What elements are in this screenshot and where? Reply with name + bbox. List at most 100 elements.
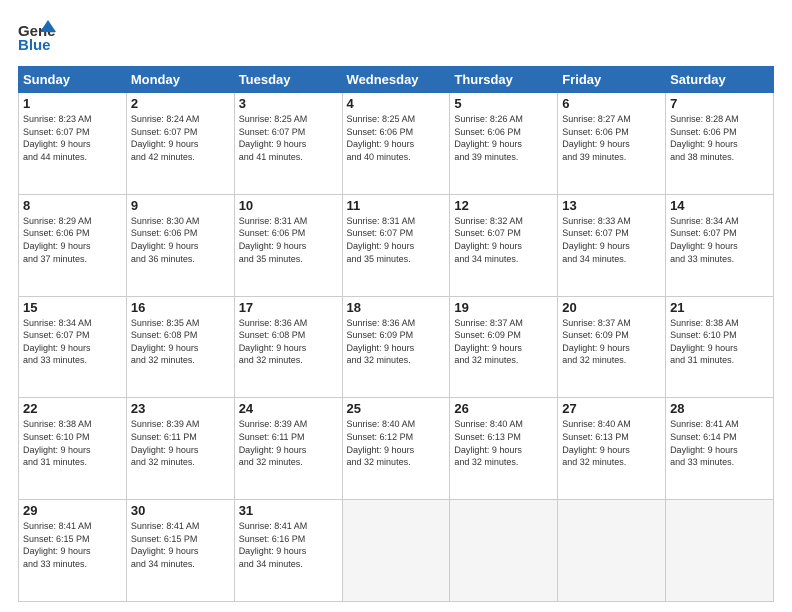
- day-number: 1: [23, 96, 122, 111]
- day-cell-9: 9 Sunrise: 8:30 AM Sunset: 6:06 PM Daylig…: [126, 194, 234, 296]
- empty-cell: [558, 500, 666, 602]
- week-row-4: 29 Sunrise: 8:41 AM Sunset: 6:15 PM Dayli…: [19, 500, 774, 602]
- cell-text: Sunrise: 8:35 AM Sunset: 6:08 PM Dayligh…: [131, 317, 230, 367]
- weekday-header-tuesday: Tuesday: [234, 67, 342, 93]
- empty-cell: [666, 500, 774, 602]
- cell-text: Sunrise: 8:40 AM Sunset: 6:13 PM Dayligh…: [562, 418, 661, 468]
- day-number: 31: [239, 503, 338, 518]
- empty-cell: [450, 500, 558, 602]
- day-number: 11: [347, 198, 446, 213]
- cell-text: Sunrise: 8:37 AM Sunset: 6:09 PM Dayligh…: [454, 317, 553, 367]
- cell-text: Sunrise: 8:32 AM Sunset: 6:07 PM Dayligh…: [454, 215, 553, 265]
- day-number: 20: [562, 300, 661, 315]
- svg-text:Blue: Blue: [18, 37, 51, 54]
- weekday-header-monday: Monday: [126, 67, 234, 93]
- day-cell-25: 25Sunrise: 8:40 AM Sunset: 6:12 PM Dayli…: [342, 398, 450, 500]
- cell-text: Sunrise: 8:29 AM Sunset: 6:06 PM Dayligh…: [23, 215, 122, 265]
- day-number: 17: [239, 300, 338, 315]
- day-number: 3: [239, 96, 338, 111]
- day-cell-19: 19 Sunrise: 8:37 AM Sunset: 6:09 PM Dayli…: [450, 296, 558, 398]
- week-row-0: 1Sunrise: 8:23 AM Sunset: 6:07 PM Daylig…: [19, 93, 774, 195]
- day-number: 26: [454, 401, 553, 416]
- cell-text: Sunrise: 8:36 AM Sunset: 6:08 PM Dayligh…: [239, 317, 338, 367]
- day-number: 21: [670, 300, 769, 315]
- cell-text: Sunrise: 8:39 AM Sunset: 6:11 PM Dayligh…: [131, 418, 230, 468]
- logo-icon: General Blue: [18, 18, 56, 56]
- cell-text: Sunrise: 8:41 AM Sunset: 6:14 PM Dayligh…: [670, 418, 769, 468]
- cell-text: Sunrise: 8:28 AM Sunset: 6:06 PM Dayligh…: [670, 113, 769, 163]
- cell-text: Sunrise: 8:41 AM Sunset: 6:16 PM Dayligh…: [239, 520, 338, 570]
- day-number: 2: [131, 96, 230, 111]
- day-cell-11: 11 Sunrise: 8:31 AM Sunset: 6:07 PM Dayli…: [342, 194, 450, 296]
- weekday-header-wednesday: Wednesday: [342, 67, 450, 93]
- day-number: 8: [23, 198, 122, 213]
- cell-text: Sunrise: 8:39 AM Sunset: 6:11 PM Dayligh…: [239, 418, 338, 468]
- logo: General Blue: [18, 18, 56, 56]
- cell-text: Sunrise: 8:31 AM Sunset: 6:07 PM Dayligh…: [347, 215, 446, 265]
- day-cell-6: 6 Sunrise: 8:27 AM Sunset: 6:06 PM Daylig…: [558, 93, 666, 195]
- day-number: 6: [562, 96, 661, 111]
- day-number: 9: [131, 198, 230, 213]
- cell-text: Sunrise: 8:25 AM Sunset: 6:06 PM Dayligh…: [347, 113, 446, 163]
- day-number: 15: [23, 300, 122, 315]
- day-cell-23: 23 Sunrise: 8:39 AM Sunset: 6:11 PM Dayli…: [126, 398, 234, 500]
- cell-text: Sunrise: 8:30 AM Sunset: 6:06 PM Dayligh…: [131, 215, 230, 265]
- day-number: 5: [454, 96, 553, 111]
- day-cell-18: 18 Sunrise: 8:36 AM Sunset: 6:09 PM Dayli…: [342, 296, 450, 398]
- weekday-header-thursday: Thursday: [450, 67, 558, 93]
- cell-text: Sunrise: 8:41 AM Sunset: 6:15 PM Dayligh…: [131, 520, 230, 570]
- cell-text: Sunrise: 8:24 AM Sunset: 6:07 PM Dayligh…: [131, 113, 230, 163]
- day-number: 19: [454, 300, 553, 315]
- cell-text: Sunrise: 8:25 AM Sunset: 6:07 PM Dayligh…: [239, 113, 338, 163]
- week-row-2: 15 Sunrise: 8:34 AM Sunset: 6:07 PM Dayli…: [19, 296, 774, 398]
- cell-text: Sunrise: 8:26 AM Sunset: 6:06 PM Dayligh…: [454, 113, 553, 163]
- weekday-header-sunday: Sunday: [19, 67, 127, 93]
- day-number: 10: [239, 198, 338, 213]
- cell-text: Sunrise: 8:34 AM Sunset: 6:07 PM Dayligh…: [23, 317, 122, 367]
- day-cell-22: 22 Sunrise: 8:38 AM Sunset: 6:10 PM Dayli…: [19, 398, 127, 500]
- day-cell-12: 12 Sunrise: 8:32 AM Sunset: 6:07 PM Dayli…: [450, 194, 558, 296]
- day-cell-4: 4 Sunrise: 8:25 AM Sunset: 6:06 PM Daylig…: [342, 93, 450, 195]
- cell-text: Sunrise: 8:40 AM Sunset: 6:12 PM Dayligh…: [347, 418, 446, 468]
- cell-text: Sunrise: 8:38 AM Sunset: 6:10 PM Dayligh…: [670, 317, 769, 367]
- day-cell-28: 28 Sunrise: 8:41 AM Sunset: 6:14 PM Dayli…: [666, 398, 774, 500]
- cell-text: Sunrise: 8:37 AM Sunset: 6:09 PM Dayligh…: [562, 317, 661, 367]
- day-cell-20: 20 Sunrise: 8:37 AM Sunset: 6:09 PM Dayli…: [558, 296, 666, 398]
- day-cell-14: 14 Sunrise: 8:34 AM Sunset: 6:07 PM Dayli…: [666, 194, 774, 296]
- day-number: 13: [562, 198, 661, 213]
- week-row-3: 22 Sunrise: 8:38 AM Sunset: 6:10 PM Dayli…: [19, 398, 774, 500]
- empty-cell: [342, 500, 450, 602]
- cell-text: Sunrise: 8:38 AM Sunset: 6:10 PM Dayligh…: [23, 418, 122, 468]
- day-cell-21: 21 Sunrise: 8:38 AM Sunset: 6:10 PM Dayli…: [666, 296, 774, 398]
- day-cell-27: 27Sunrise: 8:40 AM Sunset: 6:13 PM Dayli…: [558, 398, 666, 500]
- day-number: 23: [131, 401, 230, 416]
- cell-text: Sunrise: 8:36 AM Sunset: 6:09 PM Dayligh…: [347, 317, 446, 367]
- day-cell-5: 5 Sunrise: 8:26 AM Sunset: 6:06 PM Daylig…: [450, 93, 558, 195]
- day-number: 16: [131, 300, 230, 315]
- cell-text: Sunrise: 8:27 AM Sunset: 6:06 PM Dayligh…: [562, 113, 661, 163]
- calendar-table: SundayMondayTuesdayWednesdayThursdayFrid…: [18, 66, 774, 602]
- day-cell-15: 15 Sunrise: 8:34 AM Sunset: 6:07 PM Dayli…: [19, 296, 127, 398]
- day-cell-31: 31 Sunrise: 8:41 AM Sunset: 6:16 PM Dayli…: [234, 500, 342, 602]
- day-cell-29: 29Sunrise: 8:41 AM Sunset: 6:15 PM Dayli…: [19, 500, 127, 602]
- day-cell-10: 10Sunrise: 8:31 AM Sunset: 6:06 PM Dayli…: [234, 194, 342, 296]
- weekday-header-saturday: Saturday: [666, 67, 774, 93]
- day-number: 12: [454, 198, 553, 213]
- cell-text: Sunrise: 8:40 AM Sunset: 6:13 PM Dayligh…: [454, 418, 553, 468]
- day-number: 28: [670, 401, 769, 416]
- day-number: 4: [347, 96, 446, 111]
- day-number: 7: [670, 96, 769, 111]
- day-number: 22: [23, 401, 122, 416]
- cell-text: Sunrise: 8:34 AM Sunset: 6:07 PM Dayligh…: [670, 215, 769, 265]
- day-cell-2: 2 Sunrise: 8:24 AM Sunset: 6:07 PM Daylig…: [126, 93, 234, 195]
- day-cell-24: 24Sunrise: 8:39 AM Sunset: 6:11 PM Dayli…: [234, 398, 342, 500]
- weekday-header-row: SundayMondayTuesdayWednesdayThursdayFrid…: [19, 67, 774, 93]
- header: General Blue: [18, 18, 774, 56]
- day-number: 29: [23, 503, 122, 518]
- day-cell-7: 7 Sunrise: 8:28 AM Sunset: 6:06 PM Daylig…: [666, 93, 774, 195]
- day-number: 18: [347, 300, 446, 315]
- cell-text: Sunrise: 8:33 AM Sunset: 6:07 PM Dayligh…: [562, 215, 661, 265]
- day-number: 14: [670, 198, 769, 213]
- day-cell-13: 13 Sunrise: 8:33 AM Sunset: 6:07 PM Dayli…: [558, 194, 666, 296]
- page: General Blue SundayMondayTuesdayWednesda…: [0, 0, 792, 612]
